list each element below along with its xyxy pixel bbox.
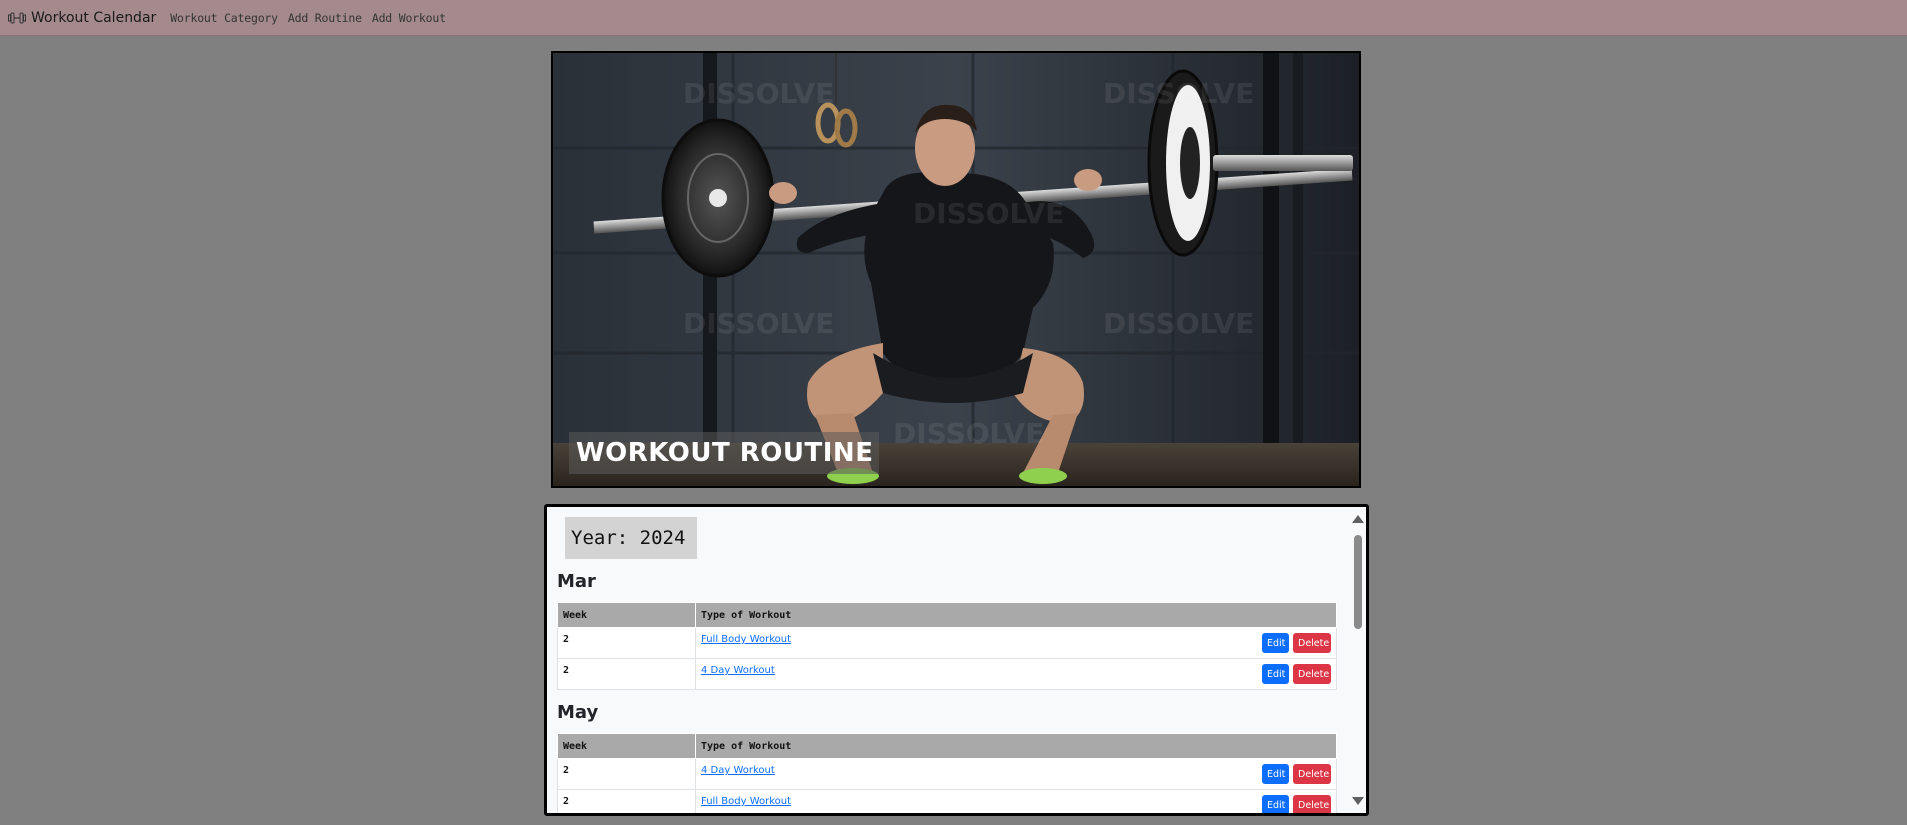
- week-cell: 2: [557, 627, 696, 659]
- nav-workout-category[interactable]: Workout Category: [170, 11, 278, 25]
- row-actions: Edit Delete: [1258, 764, 1331, 784]
- row-actions: Edit Delete: [1258, 795, 1331, 813]
- row-actions: Edit Delete: [1258, 633, 1331, 653]
- scroll-down-arrow-icon[interactable]: [1352, 797, 1364, 805]
- type-column-header: Type of Workout: [695, 602, 1337, 628]
- routine-table-may: Week Type of Workout 2 4 Day Workout Edi…: [557, 733, 1337, 813]
- routine-panel[interactable]: Year: 2024 Mar Week Type of Workout 2 Fu…: [544, 504, 1369, 816]
- year-label: Year: 2024: [565, 517, 697, 559]
- workout-link[interactable]: 4 Day Workout: [701, 765, 775, 776]
- workout-link[interactable]: Full Body Workout: [701, 796, 791, 807]
- delete-button[interactable]: Delete: [1293, 764, 1331, 784]
- watermark-text: DISSOLVE: [683, 307, 834, 340]
- workout-cell: Full Body Workout Edit Delete: [695, 789, 1337, 813]
- table-row: 2 4 Day Workout Edit Delete: [557, 658, 1337, 690]
- edit-button[interactable]: Edit: [1262, 664, 1289, 684]
- table-row: 2 Full Body Workout Edit Delete: [557, 627, 1337, 659]
- nav-links: Workout Category Add Routine Add Workout: [170, 11, 456, 25]
- workout-cell: 4 Day Workout Edit Delete: [695, 758, 1337, 790]
- edit-button[interactable]: Edit: [1262, 764, 1289, 784]
- delete-button[interactable]: Delete: [1293, 664, 1331, 684]
- routine-table-mar: Week Type of Workout 2 Full Body Workout…: [557, 602, 1337, 690]
- watermark-text: DISSOLVE: [1103, 307, 1254, 340]
- routine-panel-content: Year: 2024 Mar Week Type of Workout 2 Fu…: [547, 507, 1347, 813]
- watermark-text: DISSOLVE: [893, 417, 1044, 450]
- panel-scrollbar[interactable]: [1349, 507, 1366, 813]
- table-row: 2 4 Day Workout Edit Delete: [557, 758, 1337, 790]
- workout-cell: Full Body Workout Edit Delete: [695, 627, 1337, 659]
- workout-link[interactable]: 4 Day Workout: [701, 665, 775, 676]
- month-heading: Mar: [557, 571, 596, 592]
- week-column-header: Week: [557, 733, 696, 759]
- watermark-text: DISSOLVE: [1103, 77, 1254, 110]
- scroll-up-arrow-icon[interactable]: [1352, 515, 1364, 523]
- nav-add-routine[interactable]: Add Routine: [288, 11, 362, 25]
- hero-photo: DISSOLVE DISSOLVE DISSOLVE DISSOLVE DISS…: [553, 53, 1359, 486]
- delete-button[interactable]: Delete: [1293, 633, 1331, 653]
- week-cell: 2: [557, 789, 696, 813]
- brand-link[interactable]: Workout Calendar: [8, 0, 156, 36]
- workout-cell: 4 Day Workout Edit Delete: [695, 658, 1337, 690]
- brand-label: Workout Calendar: [31, 9, 157, 26]
- watermark-text: DISSOLVE: [683, 77, 834, 110]
- week-cell: 2: [557, 758, 696, 790]
- delete-button[interactable]: Delete: [1293, 795, 1331, 813]
- row-actions: Edit Delete: [1258, 664, 1331, 684]
- week-cell: 2: [557, 658, 696, 690]
- type-column-header: Type of Workout: [695, 733, 1337, 759]
- table-header-row: Week Type of Workout: [557, 733, 1337, 759]
- top-navbar: Workout Calendar Workout Category Add Ro…: [0, 0, 1907, 36]
- workout-link[interactable]: Full Body Workout: [701, 634, 791, 645]
- scrollbar-thumb[interactable]: [1354, 535, 1362, 629]
- month-heading: May: [557, 702, 599, 723]
- week-column-header: Week: [557, 602, 696, 628]
- watermark-text: DISSOLVE: [913, 197, 1064, 230]
- dumbbell-icon: [8, 12, 26, 23]
- hero-banner: DISSOLVE DISSOLVE DISSOLVE DISSOLVE DISS…: [551, 51, 1361, 488]
- table-row: 2 Full Body Workout Edit Delete: [557, 789, 1337, 813]
- edit-button[interactable]: Edit: [1262, 633, 1289, 653]
- table-header-row: Week Type of Workout: [557, 602, 1337, 628]
- nav-add-workout[interactable]: Add Workout: [372, 11, 446, 25]
- edit-button[interactable]: Edit: [1262, 795, 1289, 813]
- hero-caption: WORKOUT ROUTINE: [569, 432, 880, 474]
